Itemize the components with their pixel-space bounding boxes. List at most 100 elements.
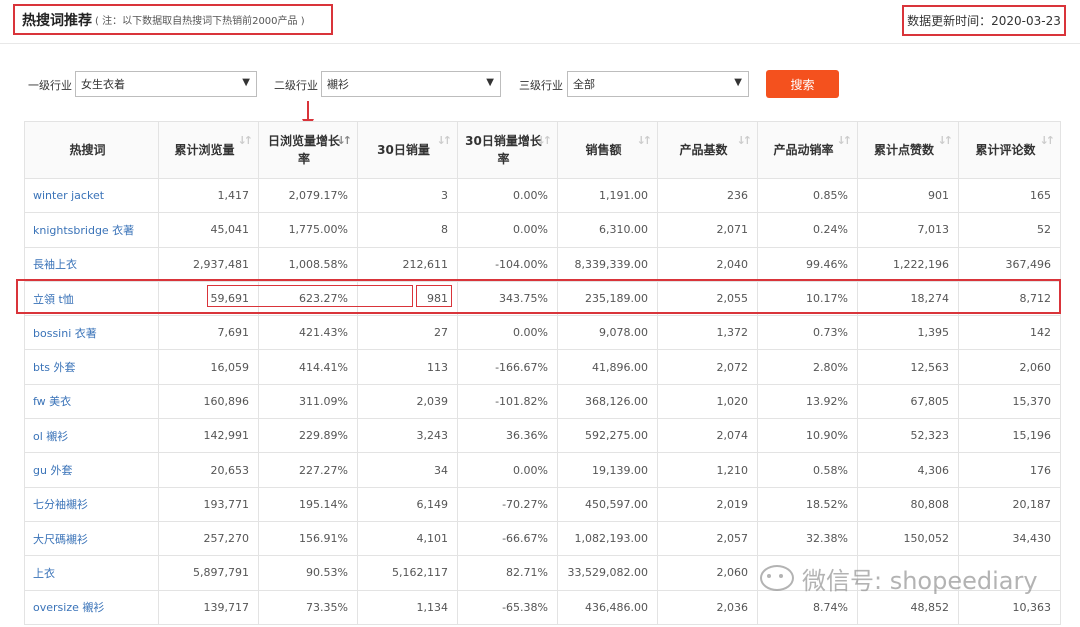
table-cell: 2,036 bbox=[657, 589, 758, 625]
sort-icon: ↓↑ bbox=[937, 134, 954, 147]
table-cell: 0.00% bbox=[457, 212, 558, 248]
table-cell: 0.24% bbox=[757, 212, 858, 248]
watermark-text: 微信号: shopeediary bbox=[802, 566, 1038, 595]
table-cell: 5,897,791 bbox=[158, 555, 259, 591]
table-cell: 0.00% bbox=[457, 315, 558, 351]
annotation-arrow bbox=[307, 101, 309, 121]
col-header-sortable[interactable]: 30日销量 ↓↑ bbox=[357, 121, 458, 179]
keyword-link[interactable]: 上衣 bbox=[24, 555, 159, 591]
col-header-sortable[interactable]: 产品动销率 ↓↑ bbox=[757, 121, 858, 179]
table-row: knightsbridge 衣著 45,041 1,775.00% 8 0.00% 6,3… bbox=[24, 212, 1061, 248]
table-cell: 142,991 bbox=[158, 418, 259, 454]
table-cell: 2,057 bbox=[657, 520, 758, 557]
table-cell: 2,074 bbox=[657, 418, 758, 454]
table-cell: 67,805 bbox=[857, 383, 959, 420]
table-cell: 156.91% bbox=[258, 520, 358, 557]
table-cell: 1,222,196 bbox=[857, 246, 959, 282]
table-cell: 229.89% bbox=[258, 418, 358, 454]
table-cell: 139,717 bbox=[158, 589, 259, 625]
col-header-sortable[interactable]: 销售额 ↓↑ bbox=[557, 121, 658, 179]
keyword-link[interactable]: bts 外套 bbox=[24, 349, 159, 385]
col-header-sortable[interactable]: 30日销量增长率 ↓↑ bbox=[457, 121, 558, 179]
table-cell: 15,196 bbox=[958, 418, 1061, 454]
update-label: 数据更新时间： bbox=[907, 14, 992, 28]
col-header-label: 日浏览量增长率 bbox=[267, 134, 340, 166]
keyword-link[interactable]: winter jacket bbox=[24, 177, 159, 214]
level3-select[interactable]: 全部 ▼ bbox=[567, 71, 749, 97]
page-note: ( 注：以下数据取自热搜词下热销前2000产品 ) bbox=[95, 16, 305, 27]
table-cell: -166.67% bbox=[457, 349, 558, 385]
table-cell: 367,496 bbox=[958, 246, 1061, 282]
keyword-link[interactable]: fw 美衣 bbox=[24, 383, 159, 420]
table-cell: 2,019 bbox=[657, 486, 758, 522]
col-header-sortable[interactable]: 日浏览量增长率 ↓↑ bbox=[258, 121, 358, 179]
keyword-link[interactable]: ol 襯衫 bbox=[24, 418, 159, 454]
update-date: 2020-03-23 bbox=[991, 13, 1061, 28]
table-cell: 6,149 bbox=[357, 486, 458, 522]
keyword-link[interactable]: 七分袖襯衫 bbox=[24, 486, 159, 522]
col-header-sortable[interactable]: 累计点赞数 ↓↑ bbox=[857, 121, 959, 179]
table-cell: 4,101 bbox=[357, 520, 458, 557]
table-cell: 99.46% bbox=[757, 246, 858, 282]
caret-down-icon: ▼ bbox=[486, 77, 494, 88]
table-cell: 2,072 bbox=[657, 349, 758, 385]
search-button[interactable]: 搜索 bbox=[766, 70, 839, 98]
col-header-sortable[interactable]: 产品基数 ↓↑ bbox=[657, 121, 758, 179]
table-cell: 414.41% bbox=[258, 349, 358, 385]
sort-icon: ↓↑ bbox=[237, 134, 254, 147]
keyword-link[interactable]: gu 外套 bbox=[24, 452, 159, 488]
table-cell: 7,013 bbox=[857, 212, 959, 248]
table-cell: -65.38% bbox=[457, 589, 558, 625]
table-cell: 212,611 bbox=[357, 246, 458, 282]
keyword-link[interactable]: 大尺碼襯衫 bbox=[24, 520, 159, 557]
table-cell: 227.27% bbox=[258, 452, 358, 488]
col-header-sortable[interactable]: 累计评论数 ↓↑ bbox=[958, 121, 1061, 179]
table-cell: 1,210 bbox=[657, 452, 758, 488]
table-cell: 113 bbox=[357, 349, 458, 385]
table-cell: 16,059 bbox=[158, 349, 259, 385]
keyword-link[interactable]: bossini 衣著 bbox=[24, 315, 159, 351]
table-cell: 1,134 bbox=[357, 589, 458, 625]
table-cell: 236 bbox=[657, 177, 758, 214]
table-cell: -104.00% bbox=[457, 246, 558, 282]
keyword-link[interactable]: 長袖上衣 bbox=[24, 246, 159, 282]
caret-down-icon: ▼ bbox=[242, 77, 250, 88]
sort-icon: ↓↑ bbox=[536, 134, 553, 147]
table-cell: 2,079.17% bbox=[258, 177, 358, 214]
col-header-label: 销售额 bbox=[585, 143, 622, 157]
col-header-label: 累计浏览量 bbox=[174, 143, 235, 157]
table-cell: 90.53% bbox=[258, 555, 358, 591]
table-cell: 1,417 bbox=[158, 177, 259, 214]
table-cell: 5,162,117 bbox=[357, 555, 458, 591]
level2-select[interactable]: 襯衫 ▼ bbox=[321, 71, 501, 97]
table-cell: 33,529,082.00 bbox=[557, 555, 658, 591]
keyword-link[interactable]: oversize 襯衫 bbox=[24, 589, 159, 625]
col-header-sortable[interactable]: 累计浏览量 ↓↑ bbox=[158, 121, 259, 179]
table-cell: 160,896 bbox=[158, 383, 259, 420]
table-cell: 368,126.00 bbox=[557, 383, 658, 420]
table-cell: 3 bbox=[357, 177, 458, 214]
table-cell: 32.38% bbox=[757, 520, 858, 557]
table-cell: 592,275.00 bbox=[557, 418, 658, 454]
col-header: 热搜词 bbox=[24, 121, 159, 179]
table-cell: 436,486.00 bbox=[557, 589, 658, 625]
table-cell: 0.00% bbox=[457, 452, 558, 488]
highlight-sales-box bbox=[416, 285, 452, 307]
level1-label: 一级行业 bbox=[28, 79, 72, 92]
table-cell: 150,052 bbox=[857, 520, 959, 557]
level1-select[interactable]: 女生衣着 ▼ bbox=[75, 71, 257, 97]
caret-down-icon: ▼ bbox=[734, 77, 742, 88]
table-cell: 36.36% bbox=[457, 418, 558, 454]
keyword-link[interactable]: knightsbridge 衣著 bbox=[24, 212, 159, 248]
table-cell: 82.71% bbox=[457, 555, 558, 591]
table-cell: 52,323 bbox=[857, 418, 959, 454]
table-cell: 2,060 bbox=[958, 349, 1061, 385]
table-cell: 176 bbox=[958, 452, 1061, 488]
table-row: 大尺碼襯衫 257,270 156.91% 4,101 -66.67% 1,082,193… bbox=[24, 520, 1061, 557]
table-cell: 9,078.00 bbox=[557, 315, 658, 351]
highlight-views-box bbox=[207, 285, 413, 307]
table-row: winter jacket 1,417 2,079.17% 3 0.00% 1,191.0… bbox=[24, 177, 1061, 214]
table-cell: 15,370 bbox=[958, 383, 1061, 420]
table-row: 七分袖襯衫 193,771 195.14% 6,149 -70.27% 450,597.0… bbox=[24, 486, 1061, 522]
table-cell: 4,306 bbox=[857, 452, 959, 488]
